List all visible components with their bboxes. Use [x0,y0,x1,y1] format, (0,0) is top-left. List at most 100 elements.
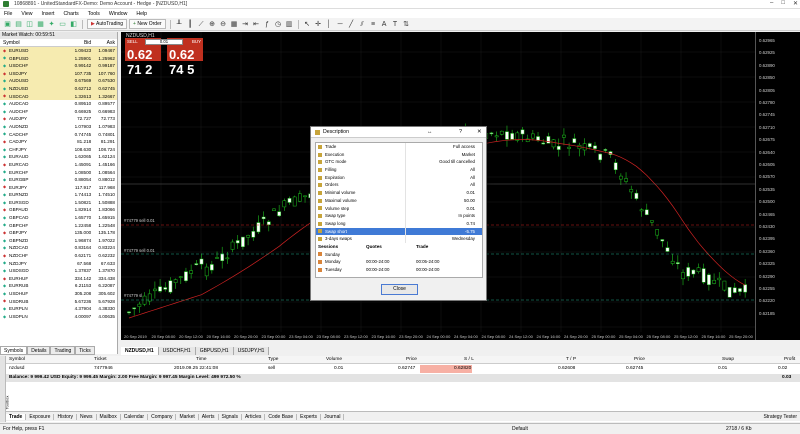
property-row[interactable]: Orders All [316,181,482,190]
crosshair-icon[interactable]: ✛ [314,20,323,29]
line-chart-icon[interactable]: ⟋ [197,20,206,29]
strategy-tester-tab[interactable]: Strategy Tester [760,414,800,420]
menu-window[interactable]: Window [109,11,127,17]
menu-charts[interactable]: Charts [64,11,79,17]
property-row[interactable]: 3-days swaps Wednesday [316,235,482,243]
market-watch-row[interactable]: ◆ CHFJPY 108.630 108.724 [0,146,117,154]
market-watch-row[interactable]: ◆ EURCAD 1.45091 1.45166 [0,161,117,169]
tester-icon[interactable]: ◧ [69,20,78,29]
market-watch-row[interactable]: ◆ CADCHF 0.74745 0.74801 [0,131,117,139]
term-tab-history[interactable]: History [54,413,78,420]
col-bid[interactable]: Bid [69,39,93,46]
term-tab-company[interactable]: Company [148,413,177,420]
text-icon[interactable]: A [380,20,389,29]
chart-tab-usdchf[interactable]: USDCHF,H1 [158,347,196,355]
property-row[interactable]: Minimal volume 0.01 [316,189,482,197]
trendline-icon[interactable]: ╱ [347,20,356,29]
th-symbol[interactable]: Symbol [9,356,25,364]
market-watch-row[interactable]: ◆ GBPCHF 1.22458 1.22548 [0,222,117,230]
term-tab-journal[interactable]: Journal [321,413,345,420]
market-watch-row[interactable]: ◆ NZDCAD 0.83164 0.83224 [0,244,117,252]
terminal-icon[interactable]: ▭ [58,20,67,29]
market-watch-row[interactable]: ◆ EURSGD 1.50821 1.50888 [0,199,117,207]
market-watch-row[interactable]: ◆ NZDJPY 67.568 67.633 [0,260,117,268]
th-tp[interactable]: T / P [566,356,576,364]
term-tab-trade[interactable]: Trade [6,413,27,420]
chart-shift-icon[interactable]: ⇤ [252,20,261,29]
templates-icon[interactable]: ▥ [285,20,294,29]
property-row[interactable]: Swap type In points [316,212,482,220]
th-price[interactable]: Price [406,356,417,364]
session-row[interactable]: Sunday [316,251,482,259]
market-watch-row[interactable]: ◆ AUDCHF 0.66925 0.66983 [0,108,117,116]
col-symbol[interactable]: Symbol [0,39,69,46]
market-watch-row[interactable]: ◆ EURHUF 334.142 334.438 [0,275,117,283]
dialog-close-icon[interactable]: ✕ [477,129,482,135]
property-row[interactable]: Expiration All [316,173,482,182]
market-watch-row[interactable]: ◆ USDRUB 5.67236 5.67928 [0,298,117,306]
market-watch-row[interactable]: ◆ AUDJPY 72.727 72.773 [0,115,117,123]
term-tab-calendar[interactable]: Calendar [121,413,149,420]
term-tab-mailbox[interactable]: Mailbox [97,413,121,420]
help-button[interactable]: ? [459,129,462,135]
market-watch-row[interactable]: ◆ USDHUF 305.208 305.602 [0,290,117,298]
market-watch-row[interactable]: ◆ EURUSD 1.09423 1.09467 [0,47,117,55]
menu-view[interactable]: View [21,11,32,17]
data-window-icon[interactable]: ▦ [36,20,45,29]
property-row[interactable]: Execution Market [316,150,482,159]
th-price2[interactable]: Price [634,356,645,364]
th-type[interactable]: Type [268,356,278,364]
market-watch-row[interactable]: ◆ GBPJPY 135.000 135.178 [0,229,117,237]
market-watch-row[interactable]: ◆ EURCHF 1.08500 1.08564 [0,169,117,177]
market-watch-row[interactable]: ◆ USDJPY 107.735 107.760 [0,69,117,78]
market-watch-row[interactable]: ◆ USDCHF 0.99142 0.99187 [0,62,117,70]
autoscroll-icon[interactable]: ⇥ [241,20,250,29]
trade-row[interactable]: nzdusd 7477946 2019.09.25 22:41:08 sell … [6,365,800,373]
menu-insert[interactable]: Insert [42,11,55,17]
chart-tab-nzdusd[interactable]: NZDUSD,H1 [121,347,159,355]
lot-size-input[interactable]: 0.01 [145,39,183,45]
property-row[interactable]: Trade Full access [316,143,482,151]
market-watch-row[interactable]: ◆ GBPCAD 1.65770 1.65915 [0,214,117,222]
property-row[interactable]: Maximal volume 50.00 [316,196,482,205]
term-tab-experts[interactable]: Experts [297,413,322,420]
term-tab-articles[interactable]: Articles [242,413,266,420]
new-order-button[interactable]: + New Order [129,19,166,29]
property-row[interactable]: Volume step 0.01 [316,204,482,213]
tab-ticks[interactable]: Ticks [75,346,95,355]
fibonacci-icon[interactable]: ≡ [369,20,378,29]
th-ticket[interactable]: Ticket [94,356,107,364]
minimize-button[interactable]: – [770,0,773,7]
td-tp[interactable]: 0.62608 [558,365,575,373]
session-row[interactable]: Tuesday 00:00-24:00 00:00-24:00 [316,266,482,274]
term-tab-alerts[interactable]: Alerts [199,413,219,420]
term-tab-news[interactable]: News [77,413,97,420]
market-watch-row[interactable]: ◆ NZDCHF 0.62171 0.62232 [0,252,117,260]
market-watch-row[interactable]: ◆ EURAUD 1.62065 1.62124 [0,153,117,161]
vertical-line-icon[interactable]: │ [325,20,334,29]
cursor-icon[interactable]: ↖ [303,20,312,29]
term-tab-signals[interactable]: Signals [219,413,242,420]
market-watch-row[interactable]: ◆ USDPLN 4.00097 4.00635 [0,313,117,321]
market-watch-row[interactable]: ◆ EURJPY 117.917 117.968 [0,184,117,192]
market-watch-row[interactable]: ◆ GBPNZD 1.96874 1.97022 [0,237,117,245]
market-watch-row[interactable]: ◆ GBPAUD 1.82914 1.83066 [0,206,117,214]
label-icon[interactable]: T [391,20,400,29]
bar-chart-icon[interactable]: ╨ [175,20,184,29]
arrows-icon[interactable]: ⇅ [402,20,411,29]
session-row[interactable]: Monday 00:00-24:00 00:05-24:00 [316,258,482,266]
property-row[interactable]: Swap short -5.75 [316,227,482,236]
market-watch-row[interactable]: ◆ EURGBP 0.88054 0.88012 [0,176,117,184]
market-watch-row[interactable]: ◆ USDSGD 1.37837 1.37870 [0,267,117,275]
term-tab-exposure[interactable]: Exposure [26,413,55,420]
td-sl[interactable]: 0.62820 [454,365,471,373]
market-watch-row[interactable]: ◆ EURPLN 4.37904 4.38330 [0,305,117,313]
maximize-button[interactable]: □ [781,0,785,7]
property-row[interactable]: GTC mode Good till cancelled [316,158,482,167]
autotrading-button[interactable]: ▶ AutoTrading [87,19,128,29]
property-row[interactable]: Filling All [316,166,482,174]
zoom-in-icon[interactable]: ⊕ [208,20,217,29]
candle-chart-icon[interactable]: ┃ [186,20,195,29]
market-watch-row[interactable]: ◆ NZDUSD 0.62712 0.62745 [0,84,117,93]
indicators-icon[interactable]: ƒ [263,20,272,29]
